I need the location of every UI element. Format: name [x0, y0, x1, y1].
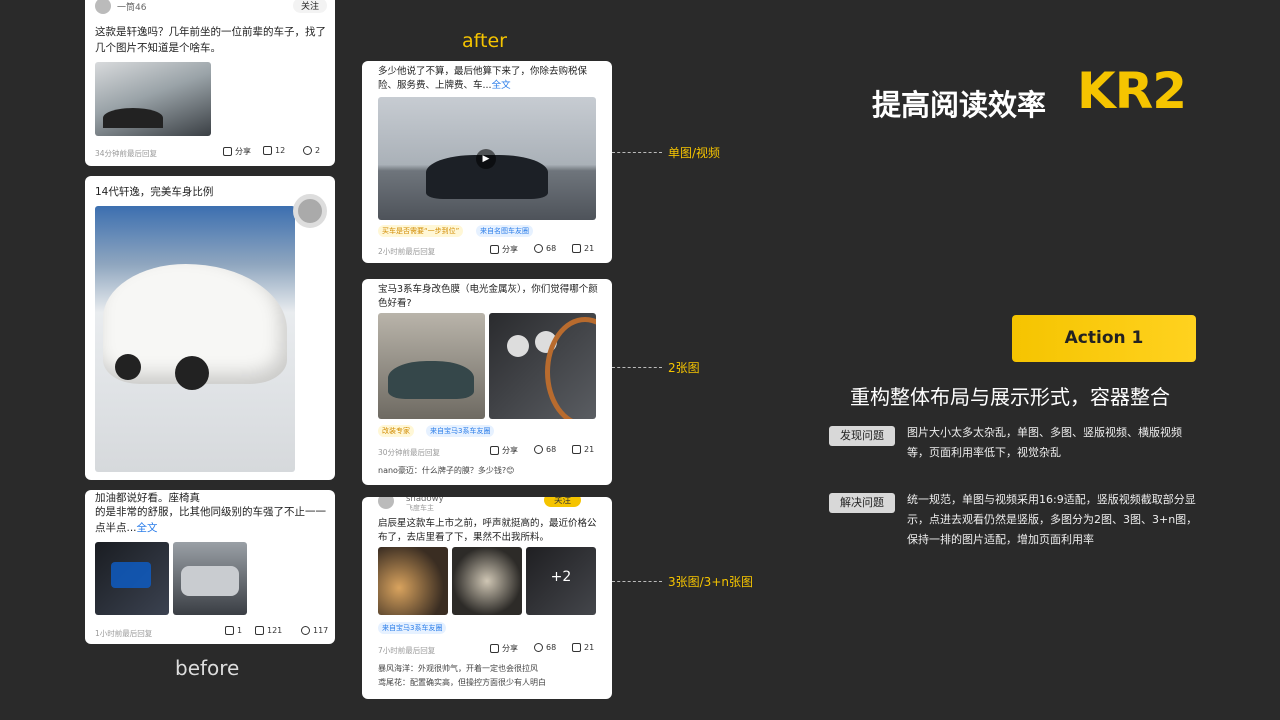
- post-time: 34分钟前最后回复: [95, 149, 158, 158]
- after-label: after: [462, 30, 507, 52]
- avatar: [95, 0, 111, 14]
- share-button[interactable]: 分享: [490, 244, 518, 255]
- user-subtitle: 飞度车主: [406, 504, 434, 512]
- share-button[interactable]: 分享: [490, 643, 518, 654]
- after-card-3[interactable]: shadowy 飞度车主 关注 启辰星这款车上市之前，呼声就挺高的，最近价格公布…: [362, 497, 612, 699]
- share-icon: [225, 626, 234, 635]
- post-text: 启辰星这款车上市之前，呼声就挺高的，最近价格公布了，去店里看了下，果然不出我所料…: [378, 518, 597, 543]
- share-icon: [490, 446, 499, 455]
- play-icon[interactable]: ▶: [476, 149, 496, 169]
- circle-tag[interactable]: 来自宝马3系车友圈: [426, 425, 495, 437]
- like-button[interactable]: 21: [572, 445, 594, 454]
- post-text-rest: 的是非常的舒服，比其他同级别的车强了不止一一点半点...全文: [95, 506, 326, 534]
- post-text: 14代轩逸，完美车身比例: [95, 186, 214, 198]
- before-card-2[interactable]: 14代轩逸，完美车身比例: [85, 176, 335, 480]
- more-link[interactable]: 全文: [492, 80, 511, 91]
- comment-button[interactable]: 68: [534, 445, 556, 454]
- before-card-1[interactable]: 一筒46 关注 这款是轩逸吗？几年前坐的一位前辈的车子，找了几个图片不知道是个啥…: [85, 0, 335, 166]
- post-time: 7小时前最后回复: [378, 646, 436, 655]
- follow-button[interactable]: 关注: [292, 0, 327, 13]
- circle-tag[interactable]: 来自宝马3系车友圈: [378, 622, 447, 634]
- more-link[interactable]: 全文: [137, 522, 158, 534]
- after-card-1[interactable]: 多少他说了不算，最后他算下来了，你除去购税保险、服务费、上牌费、车...全文 ▶…: [362, 61, 612, 263]
- comment-icon: [534, 244, 543, 253]
- topic-tag[interactable]: 买车是否需要“一步到位”: [378, 225, 464, 237]
- follow-button[interactable]: 关注: [544, 497, 582, 507]
- avatar: [378, 497, 394, 509]
- kr-badge: KR2: [1077, 62, 1187, 120]
- circle-tag[interactable]: 来自名图车友圈: [476, 225, 533, 237]
- comment-icon: [534, 643, 543, 652]
- comment-button[interactable]: 12: [263, 146, 285, 155]
- solution-badge: 解决问题: [829, 493, 895, 513]
- annotation-two: 2张图: [612, 359, 700, 376]
- share-button[interactable]: 分享: [490, 445, 518, 456]
- post-image-2[interactable]: [489, 313, 596, 419]
- post-text: 这款是轩逸吗？几年前坐的一位前辈的车子，找了几个图片不知道是个啥车。: [95, 26, 326, 54]
- share-icon: [490, 644, 499, 653]
- post-image-1[interactable]: [95, 542, 169, 615]
- like-icon: [572, 244, 581, 253]
- share-button[interactable]: 分享: [223, 146, 251, 157]
- post-time: 30分钟前最后回复: [378, 448, 441, 457]
- post-image-1[interactable]: [378, 547, 448, 615]
- like-button[interactable]: 21: [572, 643, 594, 652]
- like-button[interactable]: 2: [303, 146, 320, 155]
- share-button[interactable]: 1: [225, 626, 242, 635]
- comment-icon: [263, 146, 272, 155]
- comment-button[interactable]: 121: [255, 626, 282, 635]
- like-icon: [572, 445, 581, 454]
- post-image-2[interactable]: [452, 547, 522, 615]
- comment-button[interactable]: 68: [534, 244, 556, 253]
- section-subtitle: 重构整体布局与展示形式，容器整合: [850, 385, 1170, 409]
- annotation-three: 3张图/3+n张图: [612, 573, 753, 590]
- post-video-169[interactable]: ▶: [378, 97, 596, 220]
- like-icon: [572, 643, 581, 652]
- action-button[interactable]: Action 1: [1012, 315, 1196, 362]
- like-button[interactable]: 117: [301, 626, 328, 635]
- post-video-vertical[interactable]: [95, 206, 295, 472]
- problem-text: 图片大小太多太杂乱，单图、多图、竖版视频、横版视频等，页面利用率低下，视觉杂乱: [907, 426, 1182, 459]
- before-label: before: [175, 656, 240, 680]
- play-indicator-icon[interactable]: [293, 194, 327, 228]
- post-image-2[interactable]: [173, 542, 247, 615]
- post-image-1[interactable]: [378, 313, 485, 419]
- post-time: 2小时前最后回复: [378, 247, 436, 256]
- solution-text: 统一规范，单图与视频采用16:9适配，竖版视频截取部分显示，点进去观看仍然是竖版…: [907, 493, 1198, 546]
- share-icon: [223, 147, 232, 156]
- more-images-count: +2: [550, 569, 572, 585]
- problem-badge: 发现问题: [829, 426, 895, 446]
- username: 一筒46: [117, 3, 147, 13]
- annotation-single: 单图/视频: [612, 144, 720, 161]
- post-time: 1小时前最后回复: [95, 629, 153, 638]
- like-icon: [301, 626, 310, 635]
- reply-preview-2: 鸢尾花：配置确实高，但操控方面很少有人明白: [378, 678, 546, 687]
- after-card-2[interactable]: 宝马3系车身改色膜（电光金属灰），你们觉得哪个颜色好看? 改装专家 来自宝马3系…: [362, 279, 612, 485]
- reply-preview-1: 暴风海洋：外观很帅气，开着一定也会很拉风: [378, 664, 538, 673]
- comment-icon: [255, 626, 264, 635]
- like-icon: [303, 146, 312, 155]
- post-image-3-more[interactable]: +2: [526, 547, 596, 615]
- page-title: 提高阅读效率: [872, 88, 1047, 122]
- topic-tag[interactable]: 改装专家: [378, 425, 414, 437]
- post-image[interactable]: [95, 62, 211, 136]
- comment-icon: [534, 445, 543, 454]
- share-icon: [490, 245, 499, 254]
- like-button[interactable]: 21: [572, 244, 594, 253]
- post-text: 多少他说了不算，最后他算下来了，你除去购税保险、服务费、上牌费、车...全文: [378, 66, 588, 91]
- post-text: 宝马3系车身改色膜（电光金属灰），你们觉得哪个颜色好看?: [378, 284, 598, 309]
- before-card-3[interactable]: 加油都说好看。座椅真 的是非常的舒服，比其他同级别的车强了不止一一点半点...全…: [85, 490, 335, 644]
- reply-preview: nano豪迈：什么牌子的膜？多少钱?😊: [378, 466, 515, 475]
- comment-button[interactable]: 68: [534, 643, 556, 652]
